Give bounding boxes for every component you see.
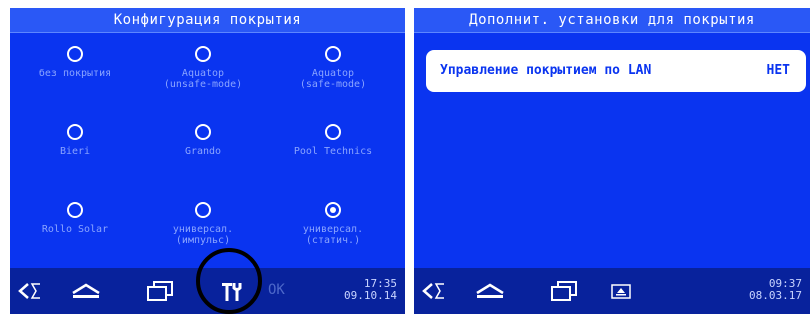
windows-icon[interactable] bbox=[550, 281, 578, 301]
page-title: Дополнит. установки для покрытия bbox=[414, 8, 810, 33]
option-label: универсал. (импульс) bbox=[172, 224, 234, 246]
home-icon[interactable] bbox=[70, 281, 102, 301]
option-universal-static[interactable]: универсал. (статич.) bbox=[268, 202, 398, 246]
back-arrow-icon[interactable] bbox=[422, 281, 448, 301]
option-pool-technics[interactable]: Pool Technics bbox=[268, 124, 398, 157]
radio-button[interactable] bbox=[67, 46, 83, 62]
windows-icon[interactable] bbox=[146, 281, 174, 301]
radio-button[interactable] bbox=[67, 124, 83, 140]
option-label: универсал. (статич.) bbox=[302, 224, 364, 246]
bottom-bar: 09:37 08.03.17 bbox=[414, 268, 810, 314]
clock-date: 09.10.14 bbox=[344, 289, 397, 302]
ok-button[interactable]: OK bbox=[268, 282, 285, 298]
radio-button[interactable] bbox=[195, 46, 211, 62]
home-icon[interactable] bbox=[474, 281, 506, 301]
option-no-cover[interactable]: без покрытия bbox=[10, 46, 140, 79]
option-bieri[interactable]: Bieri bbox=[10, 124, 140, 157]
option-label: без покрытия bbox=[38, 68, 112, 79]
back-arrow-icon[interactable] bbox=[18, 281, 44, 301]
option-label: Rollo Solar bbox=[41, 224, 109, 235]
option-label: Grando bbox=[184, 146, 222, 157]
lan-control-setting[interactable]: Управление покрытием по LAN НЕТ bbox=[426, 50, 806, 92]
option-label: Bieri bbox=[59, 146, 91, 157]
clock: 09:37 08.03.17 bbox=[749, 278, 802, 302]
option-grando[interactable]: Grando bbox=[138, 124, 268, 157]
option-label: Aquatop (unsafe-mode) bbox=[163, 68, 243, 90]
option-rollo-solar[interactable]: Rollo Solar bbox=[10, 202, 140, 235]
eject-icon[interactable] bbox=[610, 281, 632, 301]
clock: 17:35 09.10.14 bbox=[344, 278, 397, 302]
radio-button[interactable] bbox=[325, 46, 341, 62]
highlight-circle-annotation bbox=[196, 248, 262, 314]
clock-date: 08.03.17 bbox=[749, 289, 802, 302]
option-universal-impulse[interactable]: универсал. (импульс) bbox=[138, 202, 268, 246]
option-label: Pool Technics bbox=[293, 146, 373, 157]
radio-button[interactable] bbox=[195, 124, 211, 140]
radio-button[interactable] bbox=[195, 202, 211, 218]
radio-button[interactable] bbox=[67, 202, 83, 218]
radio-button[interactable] bbox=[325, 124, 341, 140]
cover-extra-settings-screen: Дополнит. установки для покрытия Управле… bbox=[414, 8, 810, 314]
page-title: Конфигурация покрытия bbox=[10, 8, 405, 33]
option-aquatop-unsafe[interactable]: Aquatop (unsafe-mode) bbox=[138, 46, 268, 90]
option-label: Aquatop (safe-mode) bbox=[299, 68, 367, 90]
radio-button-selected[interactable] bbox=[325, 202, 341, 218]
lan-control-value[interactable]: НЕТ bbox=[767, 63, 790, 78]
lan-control-label: Управление покрытием по LAN bbox=[440, 63, 652, 78]
option-aquatop-safe[interactable]: Aquatop (safe-mode) bbox=[268, 46, 398, 90]
